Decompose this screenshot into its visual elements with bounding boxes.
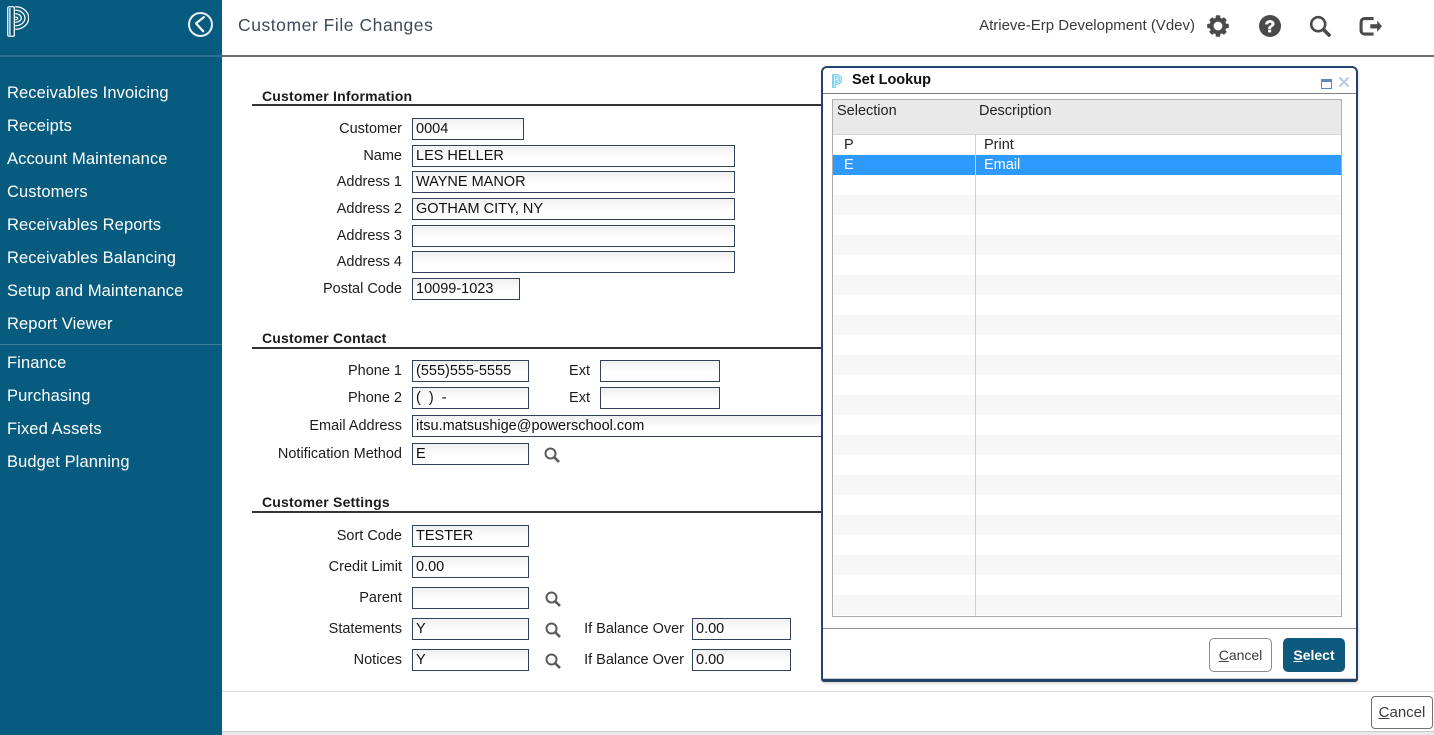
svg-text:?: ? <box>1265 17 1275 36</box>
